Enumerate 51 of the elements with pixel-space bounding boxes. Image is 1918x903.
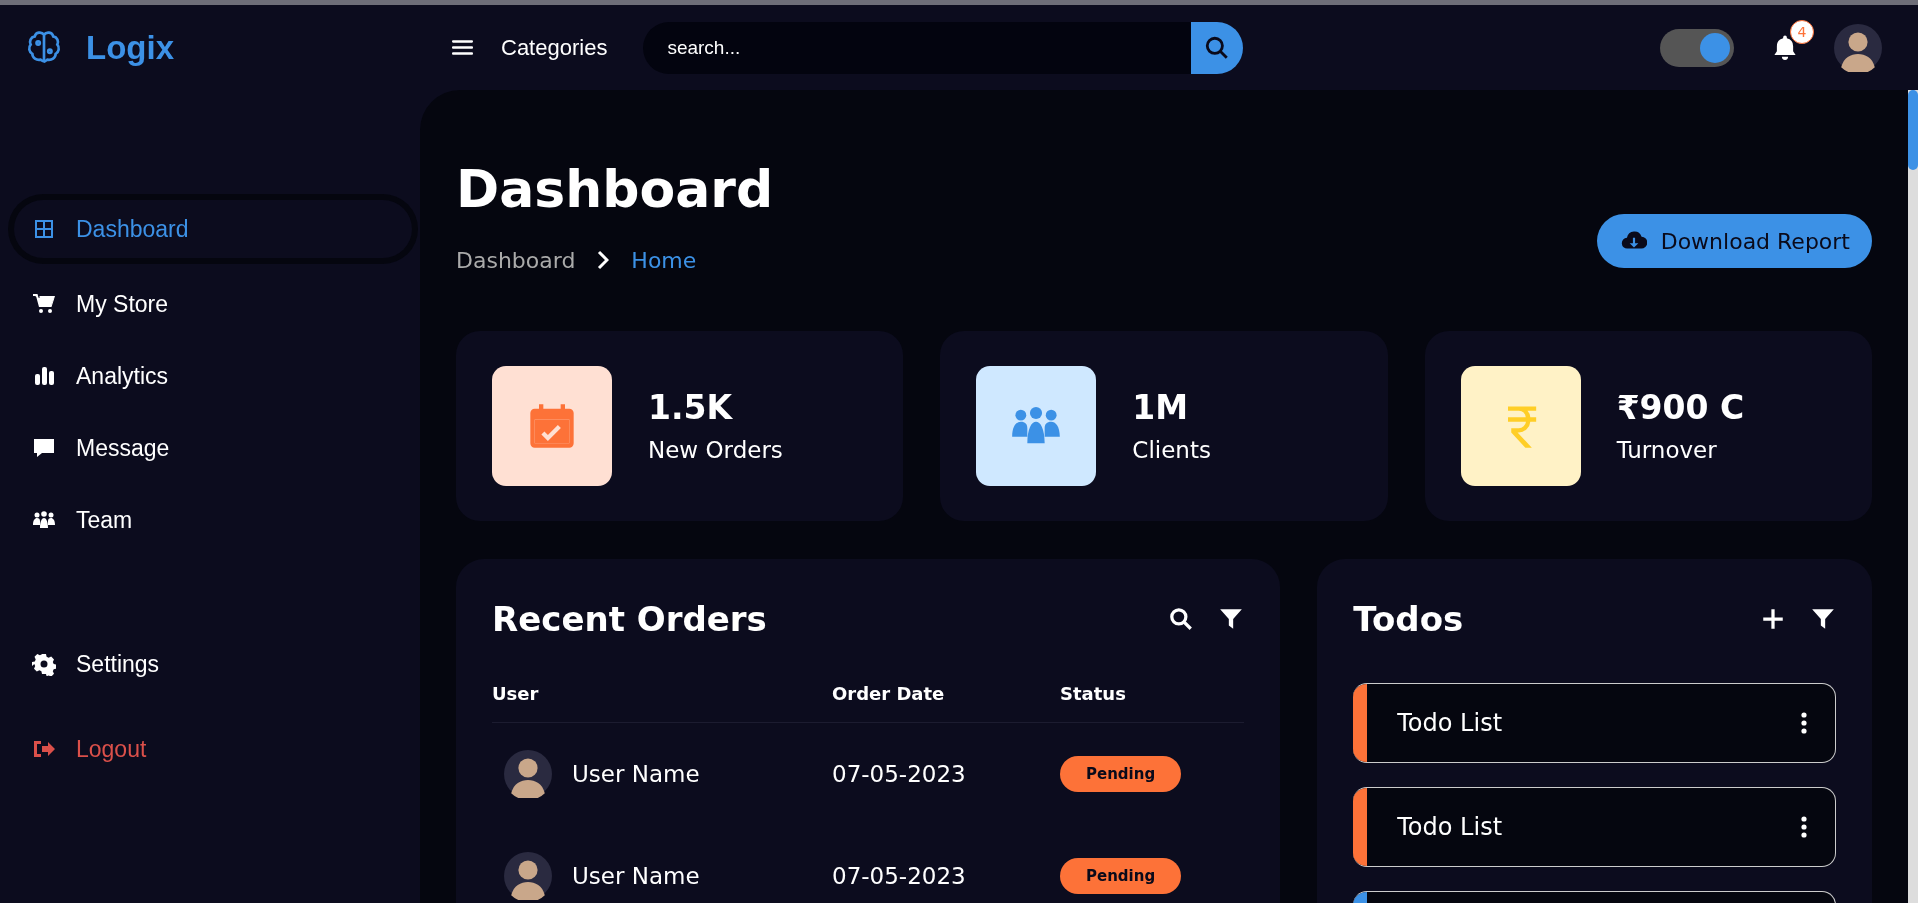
order-date: 07-05-2023 xyxy=(832,760,967,787)
sidebar-item[interactable]: Settings xyxy=(0,638,414,690)
more-vertical-icon[interactable] xyxy=(1801,711,1807,734)
status-badge: Pending xyxy=(1060,755,1182,792)
stat-label: Turnover xyxy=(1616,437,1718,464)
download-report-button[interactable]: Download Report xyxy=(1596,214,1872,268)
sidebar-item[interactable]: Message xyxy=(0,422,414,474)
menu-icon[interactable] xyxy=(452,39,473,56)
panel-title: Todos xyxy=(1353,598,1464,639)
sidebar-item[interactable]: My Store xyxy=(0,278,414,330)
nav-icon xyxy=(32,292,56,316)
stat-label: Clients xyxy=(1132,437,1211,464)
stat-value: 1M xyxy=(1132,388,1190,428)
panel-title: Recent Orders xyxy=(492,598,767,639)
stat-label: New Orders xyxy=(648,437,783,464)
user-name: User Name xyxy=(572,760,700,787)
nav-icon xyxy=(32,217,56,241)
column-header: Status xyxy=(1060,682,1127,704)
column-header: Order Date xyxy=(832,682,946,704)
todo-text: Todo List xyxy=(1397,812,1503,841)
nav-icon xyxy=(32,436,56,460)
chevron-right-icon xyxy=(597,250,610,271)
todo-item[interactable]: Todo List xyxy=(1353,786,1836,867)
more-vertical-icon[interactable] xyxy=(1801,815,1807,838)
search-icon[interactable] xyxy=(1168,605,1195,632)
user-avatar xyxy=(504,749,552,798)
page-title: Dashboard xyxy=(456,160,774,220)
theme-toggle[interactable] xyxy=(1660,28,1734,67)
user-avatar xyxy=(504,851,552,900)
user-avatar[interactable] xyxy=(1834,23,1882,72)
todo-text: Todo List xyxy=(1397,708,1503,737)
user-name: User Name xyxy=(572,862,700,889)
column-header: User xyxy=(492,682,540,704)
order-date: 07-05-2023 xyxy=(832,862,967,889)
scrollbar[interactable] xyxy=(1908,90,1918,903)
search-button[interactable] xyxy=(1191,21,1244,74)
categories-link[interactable]: Categories xyxy=(501,34,608,61)
brand-name[interactable]: Logix xyxy=(86,28,174,67)
search-field[interactable]: search... xyxy=(643,21,1192,74)
breadcrumb-link[interactable]: Dashboard xyxy=(456,247,576,273)
breadcrumb-link[interactable]: Home xyxy=(631,247,697,273)
sidebar-item[interactable]: Logout xyxy=(0,723,414,775)
stat-value: 1.5K xyxy=(648,388,734,428)
sidebar-item[interactable]: Analytics xyxy=(0,350,414,402)
nav-icon xyxy=(32,364,56,388)
stat-value: ₹900 C xyxy=(1616,388,1745,428)
todo-item[interactable]: Todo List xyxy=(1353,682,1836,763)
sidebar-item[interactable]: Team xyxy=(0,494,414,546)
nav-icon xyxy=(32,652,56,676)
notification-badge: 4 xyxy=(1790,19,1814,44)
status-badge: Pending xyxy=(1060,857,1182,894)
